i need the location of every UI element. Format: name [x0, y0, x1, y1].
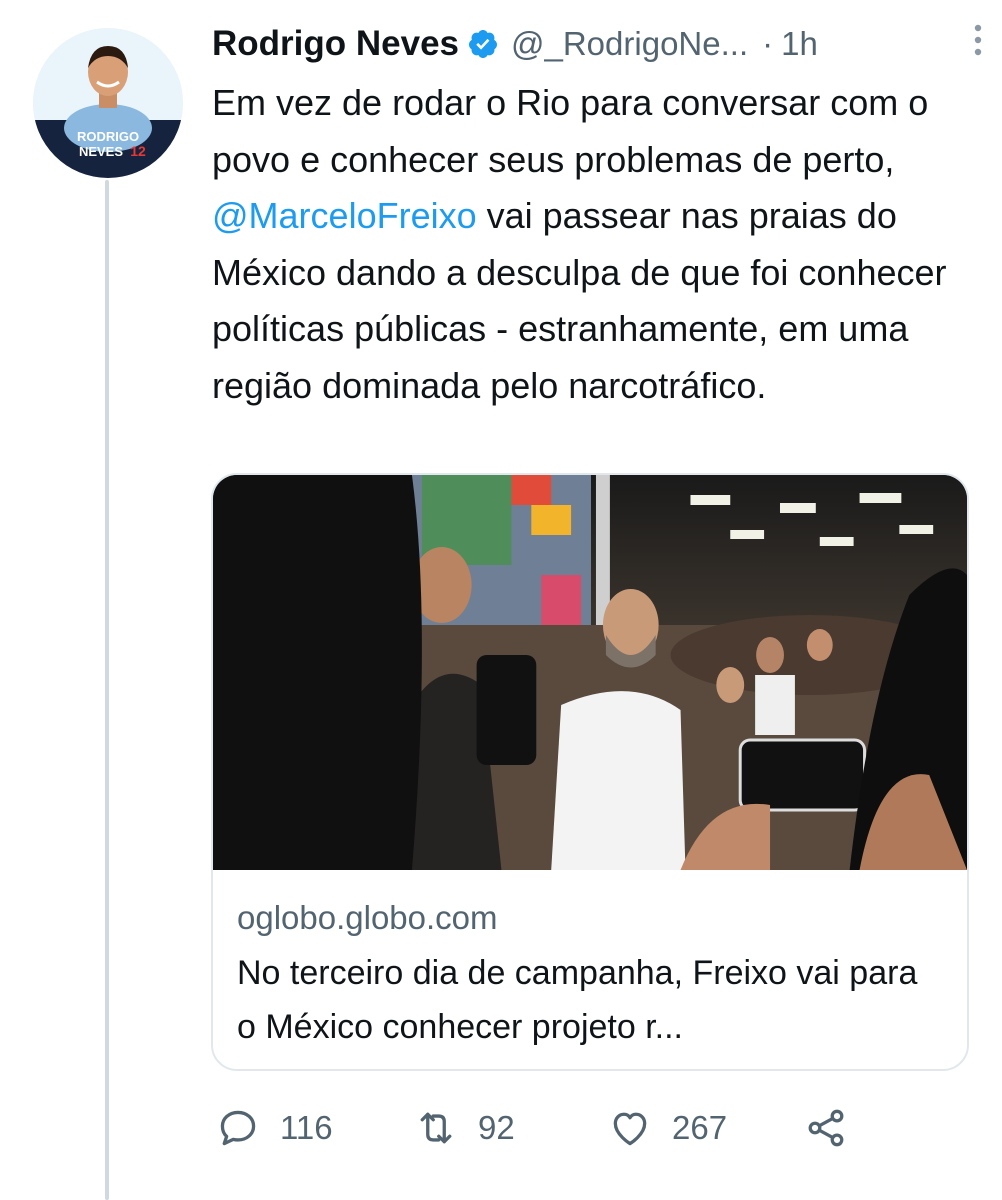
- link-card-title: No terceiro dia de campanha, Freixo vai …: [237, 954, 918, 1046]
- like-count: 267: [672, 1109, 728, 1146]
- avatar-text-line2: NEVES: [79, 144, 123, 159]
- retweet-icon: [420, 1112, 452, 1144]
- more-options-icon[interactable]: [964, 20, 992, 60]
- thread-line: [105, 180, 109, 1200]
- tweet-actions: 116 92 267: [216, 1100, 876, 1156]
- avatar-number: 12: [130, 143, 146, 159]
- reply-icon: [220, 1110, 256, 1146]
- reply-count: 116: [280, 1109, 333, 1146]
- tweet-text: Em vez de rodar o Rio para conversar com…: [212, 75, 972, 414]
- mention-link[interactable]: @MarceloFreixo: [212, 195, 477, 236]
- avatar-image: RODRIGO NEVES 12: [33, 28, 183, 178]
- like-button[interactable]: 267: [608, 1100, 727, 1156]
- link-card-domain: oglobo.globo.com: [237, 899, 498, 936]
- timestamp[interactable]: 1h: [781, 25, 818, 63]
- link-card-image: [213, 475, 967, 870]
- reply-button[interactable]: 116: [216, 1100, 333, 1156]
- tweet-header: Rodrigo Neves @_RodrigoNe... · 1h: [212, 16, 952, 72]
- avatar[interactable]: RODRIGO NEVES 12: [33, 28, 183, 178]
- avatar-text-line1: RODRIGO: [77, 129, 139, 144]
- link-card[interactable]: oglobo.globo.com No terceiro dia de camp…: [211, 473, 969, 1071]
- heart-icon: [613, 1112, 647, 1146]
- separator-dot: ·: [762, 25, 774, 62]
- share-icon: [808, 1109, 844, 1147]
- author-name[interactable]: Rodrigo Neves: [212, 24, 459, 64]
- retweet-count: 92: [478, 1109, 515, 1146]
- tweet-text-part1: Em vez de rodar o Rio para conversar com…: [212, 82, 929, 180]
- verified-badge-icon: [468, 30, 497, 58]
- retweet-button[interactable]: 92: [414, 1100, 515, 1156]
- author-handle[interactable]: @_RodrigoNe...: [511, 25, 748, 63]
- share-button[interactable]: [804, 1100, 848, 1156]
